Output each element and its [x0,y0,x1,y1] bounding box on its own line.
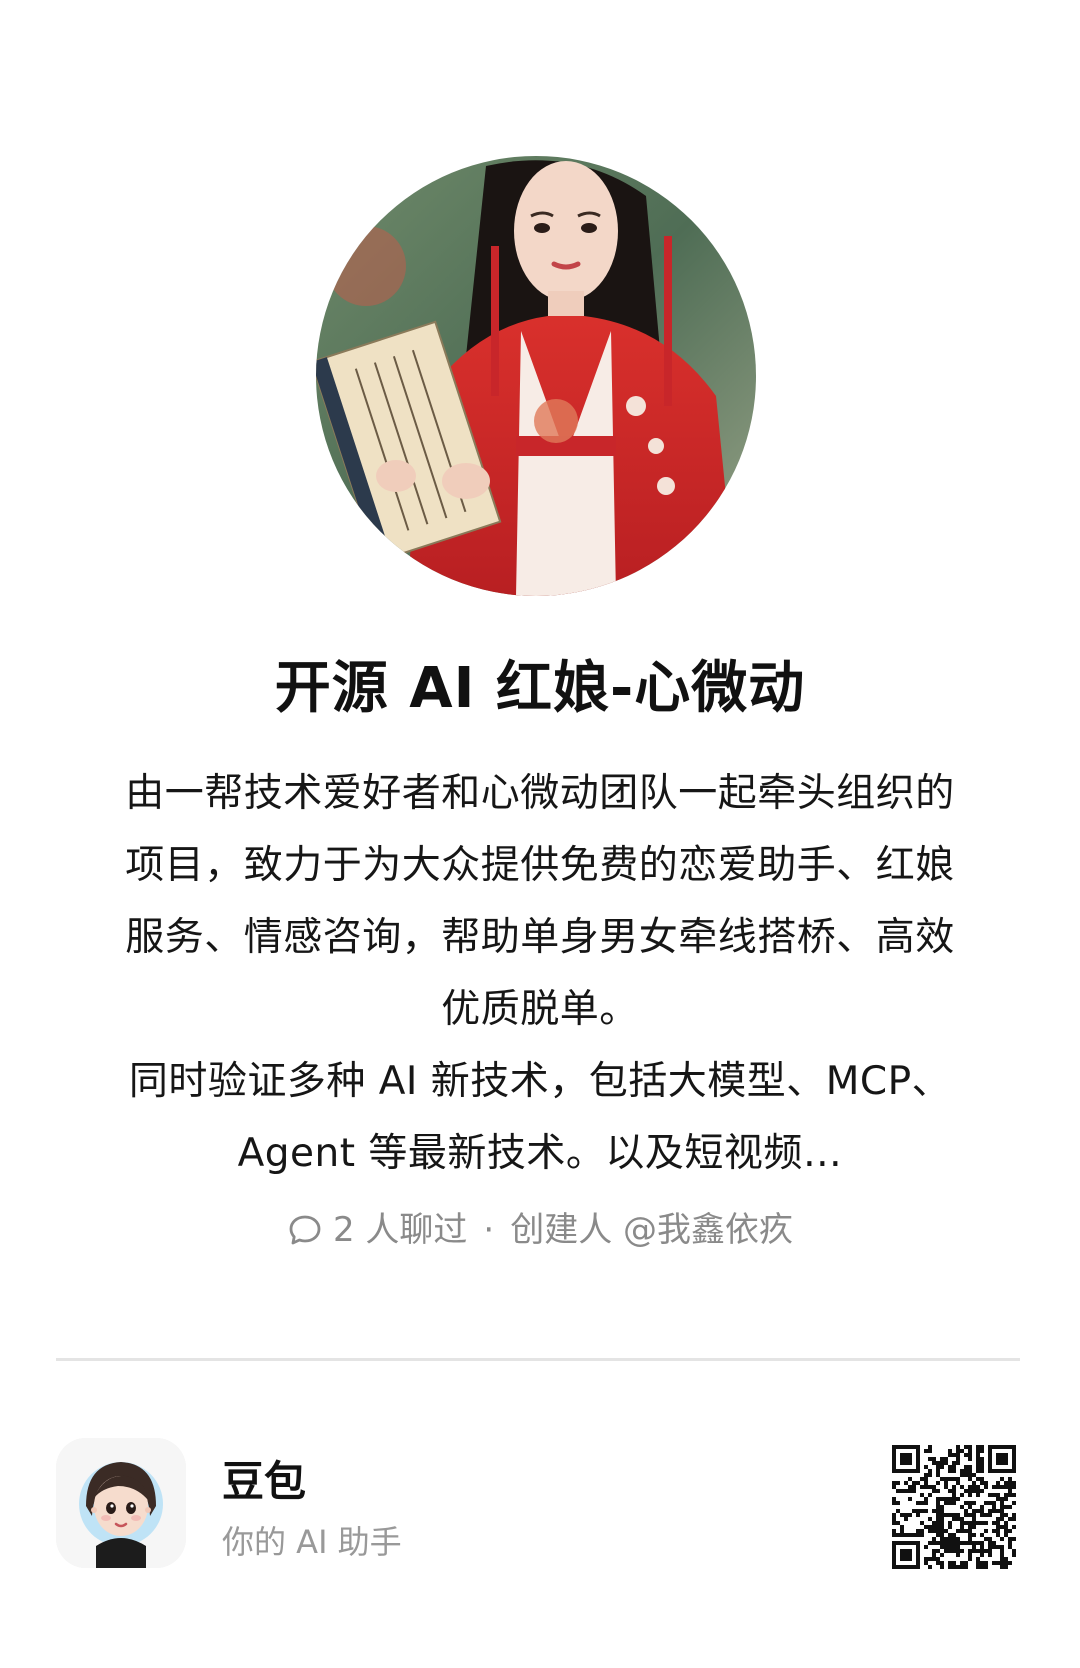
app-name: 豆包 [222,1457,307,1506]
creator-link[interactable]: 创建人 @我鑫依疚 [510,1208,793,1252]
app-tagline: 你的 AI 助手 [222,1523,402,1561]
doubao-app-icon[interactable] [56,1438,186,1568]
bot-description: 由一帮技术爱好者和心微动团队一起牵头组织的项目，致力于为大众提供免费的恋爱助手、… [125,771,955,1176]
chat-bubble-icon [287,1212,323,1248]
qr-code-icon [892,1445,1016,1569]
bot-avatar [316,156,756,596]
hanfu-girl-avatar-icon [316,156,756,596]
divider [56,1358,1020,1361]
meta-separator: · [483,1210,495,1250]
doubao-avatar-icon [56,1438,186,1568]
bot-title: 开源 AI 红娘-心微动 [274,656,806,721]
chat-count: 2 人聊过 [332,1210,468,1250]
bot-meta: 2 人聊过 · 创建人 @我鑫依疚 [0,1208,1080,1252]
